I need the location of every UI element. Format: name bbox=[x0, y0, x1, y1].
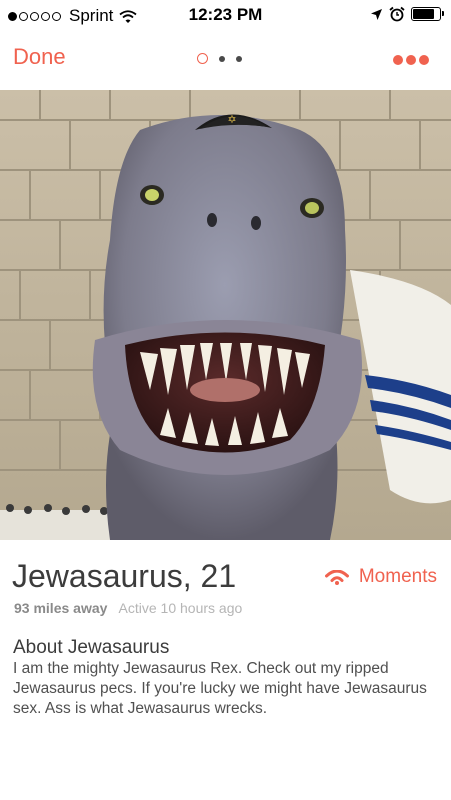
battery-icon bbox=[411, 7, 444, 21]
profile-meta: 93 miles away Active 10 hours ago bbox=[14, 600, 242, 616]
battery-fill bbox=[413, 9, 435, 19]
profile-photo-image: ✡ bbox=[0, 90, 451, 540]
moments-label: Moments bbox=[358, 566, 437, 587]
profile-name-age: Jewasaurus, 21 bbox=[12, 558, 236, 595]
status-bar: Sprint 12:23 PM bbox=[0, 0, 451, 30]
status-right bbox=[370, 6, 444, 22]
moments-icon bbox=[324, 569, 349, 585]
moments-button[interactable]: Moments bbox=[324, 566, 437, 588]
profile-name: Jewasaurus bbox=[12, 558, 183, 594]
svg-text:✡: ✡ bbox=[227, 113, 236, 126]
done-button[interactable]: Done bbox=[13, 44, 66, 70]
profile-bio: I am the mighty Jewasaurus Rex. Check ou… bbox=[13, 660, 427, 717]
about-heading: About Jewasaurus bbox=[13, 637, 170, 658]
ellipsis-icon[interactable] bbox=[390, 55, 429, 65]
pager-dot[interactable] bbox=[219, 55, 225, 62]
pager-dot[interactable] bbox=[236, 55, 242, 62]
name-age-separator: , bbox=[182, 558, 192, 594]
navigation-bar: Done bbox=[0, 30, 451, 90]
alarm-icon bbox=[389, 6, 405, 22]
location-arrow-icon bbox=[371, 8, 382, 20]
profile-age: 21 bbox=[200, 558, 237, 594]
profile-distance: 93 miles away bbox=[14, 600, 108, 616]
photo-pager[interactable] bbox=[197, 53, 253, 64]
profile-photo[interactable]: ✡ bbox=[0, 90, 451, 540]
pager-dot-active[interactable] bbox=[197, 53, 208, 64]
profile-last-active: Active 10 hours ago bbox=[118, 600, 243, 616]
